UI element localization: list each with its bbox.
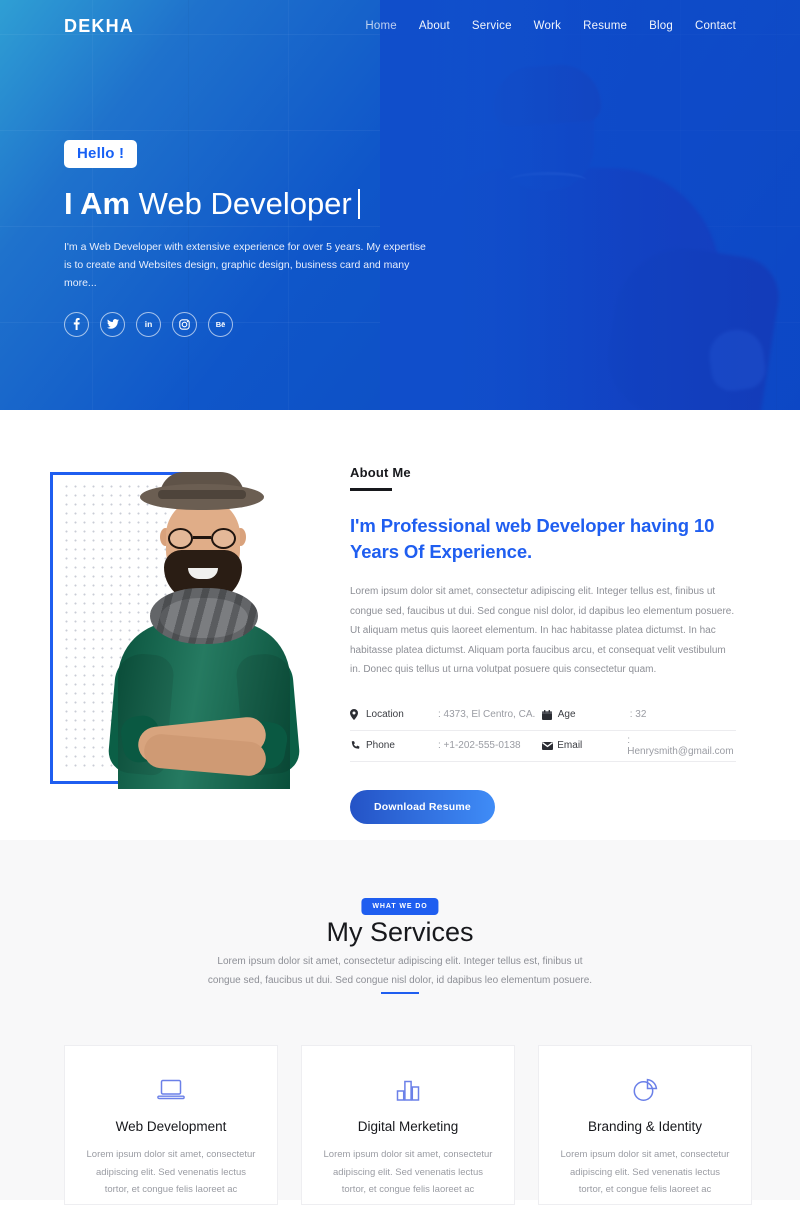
services-subtitle: Lorem ipsum dolor sit amet, consectetur … xyxy=(207,956,593,986)
hero-title: I Am Web Developer xyxy=(64,186,484,222)
location-pin-icon xyxy=(350,709,366,721)
info-key-email: Email xyxy=(557,740,583,752)
services-title: My Services xyxy=(326,917,474,947)
pie-chart-icon xyxy=(632,1075,658,1105)
nav-links: Home About Service Work Resume Blog Cont… xyxy=(365,20,736,32)
services-divider xyxy=(381,992,419,994)
envelope-icon xyxy=(541,741,558,750)
service-title: Web Development xyxy=(115,1119,227,1134)
info-key-age: Age xyxy=(557,709,576,721)
info-row-phone: Phone : +1-202-555-0138 xyxy=(350,731,542,762)
info-key-location: Location xyxy=(366,709,404,721)
nav-item-home[interactable]: Home xyxy=(365,20,396,32)
main-navigation: DEKHA Home About Service Work Resume Blo… xyxy=(0,0,800,52)
site-logo[interactable]: DEKHA xyxy=(64,16,134,37)
nav-item-resume[interactable]: Resume xyxy=(583,20,627,32)
about-label-underline xyxy=(350,488,392,491)
behance-icon[interactable]: Bē xyxy=(208,311,233,337)
about-section: About Me I'm Professional web Developer … xyxy=(0,410,800,840)
phone-icon xyxy=(350,740,366,751)
service-title: Branding & Identity xyxy=(587,1119,703,1134)
service-card-branding-identity[interactable]: Branding & Identity Lorem ipsum dolor si… xyxy=(538,1045,752,1205)
nav-item-work[interactable]: Work xyxy=(534,20,561,32)
about-info-grid: Location : 4373, El Centro, CA. Age : 32… xyxy=(350,700,736,762)
nav-item-service[interactable]: Service xyxy=(472,20,512,32)
laptop-icon xyxy=(157,1075,185,1105)
info-row-email: Email : Henrysmith@gmail.com xyxy=(541,731,736,762)
hero-content: Hello ! I Am Web Developer I'm a Web Dev… xyxy=(64,140,484,337)
hero-title-bold: I Am xyxy=(64,186,131,221)
facebook-icon[interactable] xyxy=(64,311,89,337)
about-section-label: About Me xyxy=(350,465,411,480)
what-we-do-badge: WHAT WE DO xyxy=(361,898,439,915)
info-value-location: : 4373, El Centro, CA. xyxy=(438,709,536,721)
info-value-email: : Henrysmith@gmail.com xyxy=(627,734,734,757)
hero-section: DEKHA Home About Service Work Resume Blo… xyxy=(0,0,800,410)
info-key-phone: Phone xyxy=(366,740,395,752)
service-text: Lorem ipsum dolor sit amet, consectetur … xyxy=(323,1149,493,1196)
nav-item-blog[interactable]: Blog xyxy=(649,20,673,32)
social-links: in Bē xyxy=(64,311,484,337)
service-title: Digital Merketing xyxy=(357,1119,459,1134)
service-card-web-development[interactable]: Web Development Lorem ipsum dolor sit am… xyxy=(64,1045,278,1205)
about-heading: I'm Professional web Developer having 10… xyxy=(350,514,715,562)
download-resume-button[interactable]: Download Resume xyxy=(350,789,495,824)
services-section: WHAT WE DO My Services Lorem ipsum dolor… xyxy=(0,840,800,1205)
service-card-digital-merketing[interactable]: Digital Merketing Lorem ipsum dolor sit … xyxy=(301,1045,515,1205)
about-content: About Me I'm Professional web Developer … xyxy=(350,465,736,824)
typing-caret xyxy=(357,189,360,219)
hello-badge: Hello ! xyxy=(64,140,138,168)
about-paragraph: Lorem ipsum dolor sit amet, consectetur … xyxy=(350,586,735,676)
info-value-age: : 32 xyxy=(629,709,647,721)
hero-description: I'm a Web Developer with extensive exper… xyxy=(64,240,426,290)
bar-chart-icon xyxy=(394,1075,422,1105)
instagram-icon[interactable] xyxy=(172,311,197,337)
services-card-list: Web Development Lorem ipsum dolor sit am… xyxy=(64,1045,752,1205)
calendar-icon xyxy=(541,709,558,720)
service-text: Lorem ipsum dolor sit amet, consectetur … xyxy=(560,1149,730,1196)
info-row-age: Age : 32 xyxy=(541,700,736,731)
info-value-phone: : +1-202-555-0138 xyxy=(438,740,521,752)
linkedin-icon[interactable]: in xyxy=(136,311,161,337)
twitter-icon[interactable] xyxy=(100,311,125,337)
nav-item-about[interactable]: About xyxy=(419,20,450,32)
nav-item-contact[interactable]: Contact xyxy=(695,20,736,32)
about-portrait-photo xyxy=(104,472,304,789)
hero-title-typed: Web Developer xyxy=(138,186,352,221)
info-row-location: Location : 4373, El Centro, CA. xyxy=(350,700,542,731)
service-text: Lorem ipsum dolor sit amet, consectetur … xyxy=(86,1149,256,1196)
